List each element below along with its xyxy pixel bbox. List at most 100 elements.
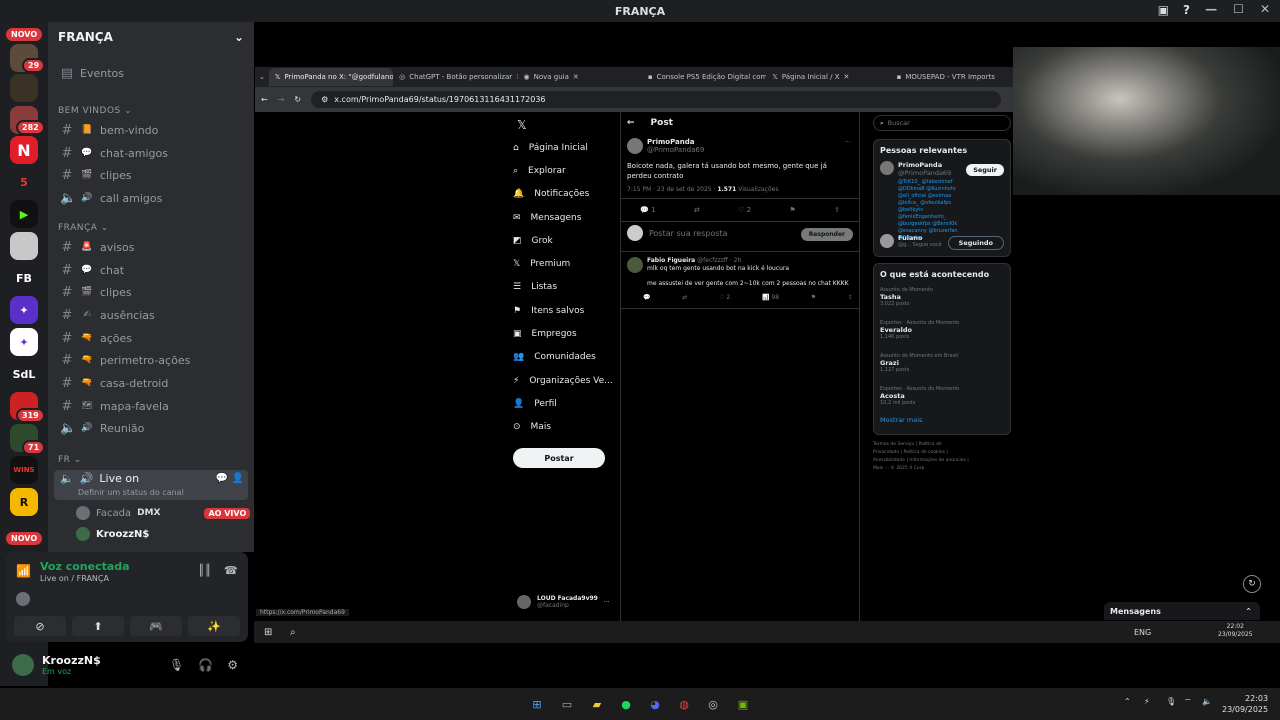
gear-icon[interactable]: ⚙ <box>227 658 238 672</box>
nav-home[interactable]: ⌂ Página Inicial <box>513 136 623 159</box>
soundboard-wave-icon[interactable]: ║║ <box>198 564 211 577</box>
guild-header[interactable]: FRANÇA ⌄ <box>48 22 254 52</box>
file-explorer-icon[interactable]: ▰ <box>588 695 606 713</box>
channel-status[interactable]: Definir um status do canal <box>78 488 184 497</box>
channel-item[interactable]: # 🎬 clipes <box>56 282 248 302</box>
relevant-user-2[interactable]: Fulano @g... Segue você <box>880 234 942 248</box>
inbox-icon[interactable]: ▣ <box>1158 3 1169 17</box>
chevron-up-icon[interactable]: ⌃ <box>1245 607 1252 616</box>
channel-item[interactable]: # 🚨 avisos <box>56 237 248 257</box>
events-item[interactable]: ▤ Eventos <box>56 63 248 83</box>
voice-user-item[interactable]: KroozzN$ <box>76 527 149 541</box>
network-icon[interactable]: ⚡ <box>1144 697 1150 706</box>
trend-item[interactable]: Assunto do Momento em Brasil Grazi 1.127 p… <box>880 353 1004 386</box>
voice-user-item[interactable]: Facada DMX AO VIVO <box>76 506 251 520</box>
tab[interactable]: 𝕏PrimoPanda no X: "@godfulano✕ <box>268 68 394 86</box>
post-button[interactable]: Postar <box>513 448 605 468</box>
activity-button[interactable]: 🎮 <box>130 616 182 636</box>
category-fr[interactable]: FR ⌄ <box>58 455 82 465</box>
channel-item[interactable]: # 🔫 casa-detroid <box>56 373 248 393</box>
reload-icon[interactable]: ↻ <box>294 95 301 104</box>
soundboard-button[interactable]: ✨ <box>188 616 240 636</box>
category-bem-vindos[interactable]: BEM VINDOS ⌄ <box>58 106 132 116</box>
forward-icon[interactable]: → <box>278 95 285 104</box>
channel-item[interactable]: # 📙 bem-vindo <box>56 120 248 140</box>
nav-messages[interactable]: ✉ Mensagens <box>513 206 623 229</box>
server-icon-10[interactable]: ✦ <box>10 328 38 356</box>
x-logo-icon[interactable]: 𝕏 <box>517 118 527 132</box>
category-franca[interactable]: FRANÇA ⌄ <box>58 223 109 233</box>
nav-organizations[interactable]: ⚡ Organizações Ve... <box>513 369 623 392</box>
nav-lists[interactable]: ☰ Listas <box>513 276 623 299</box>
help-icon[interactable]: ? <box>1183 3 1190 17</box>
channel-item[interactable]: # 💬 chat <box>56 260 248 280</box>
search-field[interactable]: ⌕ Buscar <box>873 115 1011 131</box>
add-user-icon[interactable]: 👤 <box>232 473 244 484</box>
sdl-server-icon[interactable]: SdL <box>10 360 38 388</box>
windows-start-icon[interactable]: ⊞ <box>264 627 272 638</box>
channel-item[interactable]: # 🔫 perimetro-ações <box>56 350 248 370</box>
url-field[interactable]: ⚙ x.com/PrimoPanda69/status/197061311643… <box>311 91 1002 108</box>
nav-premium[interactable]: 𝕏 Premium <box>513 252 623 275</box>
tab[interactable]: ◎ChatGPT - Botão personalizar✕ <box>393 68 517 86</box>
server-icon-2[interactable] <box>10 74 38 102</box>
voice-location[interactable]: Live on / FRANÇA <box>40 574 109 583</box>
server-icon-5[interactable]: 5 <box>10 168 38 196</box>
tab-search-icon[interactable]: ⌄ <box>255 73 269 81</box>
reply-button[interactable]: Responder <box>800 228 853 241</box>
post-author[interactable]: PrimoPanda @PrimoPanda69 <box>627 138 704 154</box>
server-icon-9[interactable]: ✦ <box>10 296 38 324</box>
like-icon[interactable]: ♡ 2 <box>719 294 730 301</box>
microphone-icon[interactable]: 🎙 <box>169 658 184 672</box>
fb-server-icon[interactable]: FB <box>10 264 38 292</box>
voice-status[interactable]: Voz conectada <box>40 560 130 573</box>
rockstar-server-icon[interactable]: R <box>10 488 38 516</box>
account-switcher[interactable]: LOUD Facada9v99 @facadinp ··· <box>517 595 610 609</box>
channel-item[interactable]: # 🔫 ações <box>56 328 248 348</box>
bookmark-icon[interactable]: ⚑ <box>811 294 816 301</box>
maximize-button[interactable]: ☐ <box>1233 2 1244 16</box>
volume-icon[interactable]: 🔈 <box>1202 697 1212 706</box>
x-footer[interactable]: Termos de Serviço | Política de Privacid… <box>873 441 969 473</box>
headphones-icon[interactable]: 🎧 <box>198 658 213 672</box>
back-icon[interactable]: ← <box>261 95 268 104</box>
discord-icon[interactable]: ◕ <box>646 695 664 713</box>
voice-channel-item[interactable]: 🔈 🔊 Reunião <box>56 418 248 438</box>
channel-item[interactable]: # ✍ ausências <box>56 305 248 325</box>
trend-item[interactable]: Esportes · Assunto do Momento Everaldo 1.1… <box>880 320 1004 353</box>
channel-item[interactable]: # 💬 chat-amigos <box>56 143 248 163</box>
share-icon[interactable]: ⇪ <box>834 206 840 214</box>
wifi-icon[interactable]: ⌔ <box>1184 697 1192 707</box>
reply-icon[interactable]: 💬 <box>643 294 650 301</box>
tab[interactable]: ◉ Nova guia ✕ <box>518 68 642 86</box>
tab[interactable]: ▪Console PS5 Edição Digital com✕ <box>642 68 766 86</box>
trend-item[interactable]: Esportes · Assunto do Momento Acosta 10,2 … <box>880 386 1004 416</box>
reply-item[interactable]: Fabio Figueira @fecfzzzff · 2h mlk oq te… <box>627 257 857 288</box>
like-icon[interactable]: ♡ 2 <box>738 206 751 214</box>
close-button[interactable]: ✕ <box>1260 2 1270 16</box>
nav-more[interactable]: ⊙ Mais <box>513 416 623 439</box>
screen-share-button[interactable]: ⬆ <box>72 616 124 636</box>
trend-item[interactable]: Assunto do Momento Tasha 3.022 posts <box>880 287 1004 320</box>
nav-explore[interactable]: ⌕ Explorar <box>513 159 623 182</box>
nav-bookmarks[interactable]: ⚑ Itens salvos <box>513 299 623 322</box>
chevron-up-icon[interactable]: ⌃ <box>1124 697 1131 706</box>
back-arrow-icon[interactable]: ← <box>627 118 635 128</box>
channel-item[interactable]: # 🗺 mapa-favela <box>56 396 248 416</box>
following-button[interactable]: Seguindo <box>947 236 1004 250</box>
windows-start-icon[interactable]: ⊞ <box>528 695 546 713</box>
tab[interactable]: ▪ MOUSEPAD - VTR Imports <box>891 68 1015 86</box>
disconnect-icon[interactable]: ☎ <box>224 564 238 577</box>
close-icon[interactable]: ✕ <box>844 73 850 81</box>
live-channel-item[interactable]: 🔈 🔊 Live on Definir um status do canal 💬… <box>54 470 248 500</box>
camera-off-button[interactable]: ⊘ <box>14 616 66 636</box>
task-view-icon[interactable]: ▭ <box>558 695 576 713</box>
chat-icon[interactable]: 💬 <box>216 473 228 484</box>
share-icon[interactable]: ⇪ <box>848 294 853 301</box>
chrome-icon[interactable]: ◍ <box>675 695 693 713</box>
spotify-icon[interactable]: ● <box>617 695 635 713</box>
nav-jobs[interactable]: ▣ Empregos <box>513 322 623 345</box>
nav-notifications[interactable]: 🔔 Notificações <box>513 183 623 206</box>
obs-icon[interactable]: ◎ <box>704 695 722 713</box>
voice-channel-item[interactable]: 🔈 🔊 call amigos <box>56 188 248 208</box>
